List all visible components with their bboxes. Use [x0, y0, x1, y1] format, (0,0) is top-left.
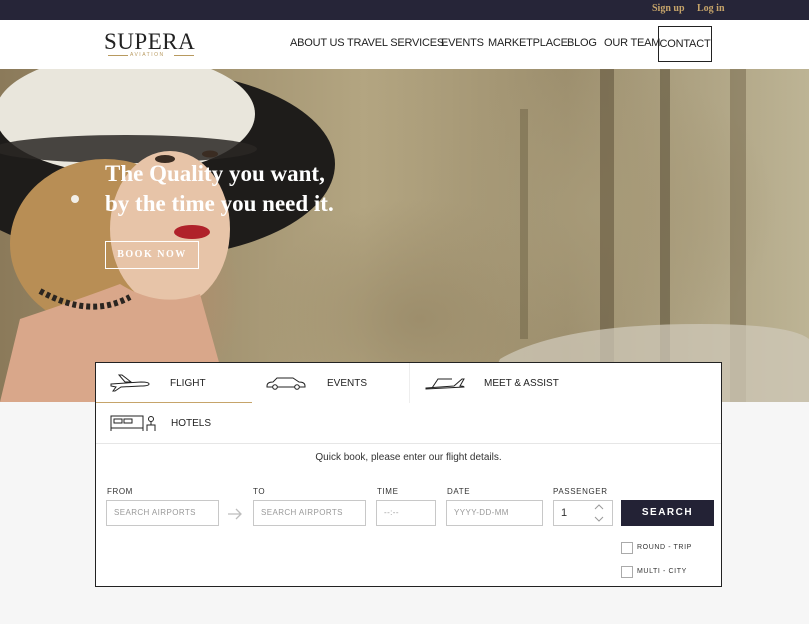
booking-panel: FLIGHT EVENTS MEET & ASSIST HOTELS Quick… — [95, 362, 722, 587]
to-label: TO — [253, 487, 266, 496]
logo-line-right — [174, 55, 194, 56]
to-airport-input[interactable]: SEARCH AIRPORTS — [253, 500, 366, 526]
tab-flight[interactable]: FLIGHT — [96, 363, 252, 403]
hero-line-2: by the time you need it. — [105, 191, 334, 216]
login-link[interactable]: Log in — [697, 3, 725, 14]
nav-about-us[interactable]: ABOUT US — [290, 37, 345, 49]
time-label: TIME — [377, 487, 399, 496]
tab-hotels[interactable]: HOTELS — [96, 403, 252, 443]
nav-our-team[interactable]: OUR TEAM — [604, 37, 660, 49]
arrow-right-icon — [228, 508, 242, 520]
tab-flight-label: FLIGHT — [170, 378, 206, 389]
date-input[interactable]: YYYY-DD-MM — [446, 500, 543, 526]
multi-city-checkbox[interactable] — [621, 566, 633, 578]
hero-line-1: The Quality you want, — [105, 161, 325, 186]
from-airport-input[interactable]: SEARCH AIRPORTS — [106, 500, 219, 526]
bed-icon — [110, 415, 156, 431]
book-now-button[interactable]: BOOK NOW — [105, 241, 199, 269]
hero-banner: The Quality you want, by the time you ne… — [0, 69, 809, 402]
quick-book-intro: Quick book, please enter our flight deta… — [315, 452, 502, 463]
tab-hotels-label: HOTELS — [171, 418, 212, 429]
nav-blog[interactable]: BLOG — [567, 37, 597, 49]
tab-events[interactable]: EVENTS — [253, 363, 410, 403]
search-button[interactable]: SEARCH — [621, 500, 714, 526]
logo-line-left — [108, 55, 128, 56]
hero-image — [0, 69, 809, 402]
tab-events-label: EVENTS — [327, 378, 368, 389]
tab-meet-assist-label: MEET & ASSIST — [484, 378, 559, 389]
airplane-icon — [110, 374, 150, 392]
time-input[interactable]: --:-- — [376, 500, 436, 526]
logo[interactable]: SUPERA AVIATION — [104, 29, 196, 61]
plane-ramp-icon — [425, 378, 465, 390]
passenger-label: PASSENGER — [553, 487, 608, 496]
passenger-stepper-icon[interactable] — [590, 502, 608, 524]
signup-link[interactable]: Sign up — [652, 3, 685, 14]
nav-events[interactable]: EVENTS — [441, 37, 484, 49]
nav-marketplace[interactable]: MARKETPLACE — [488, 37, 568, 49]
round-trip-checkbox[interactable] — [621, 542, 633, 554]
logo-tagline: AVIATION — [130, 52, 165, 58]
navbar: SUPERA AVIATION ABOUT US TRAVEL SERVICES… — [0, 20, 809, 69]
from-label: FROM — [107, 487, 133, 496]
car-icon — [266, 377, 306, 390]
round-trip-label: ROUND - TRIP — [637, 544, 692, 551]
hero-headline: The Quality you want, by the time you ne… — [105, 159, 334, 219]
multi-city-label: MULTI - CITY — [637, 568, 687, 575]
panel-divider — [96, 443, 721, 444]
top-bar: Sign up Log in — [0, 0, 809, 20]
nav-travel-services[interactable]: TRAVEL SERVICES — [347, 37, 444, 49]
date-label: DATE — [447, 487, 471, 496]
nav-contact[interactable]: CONTACT — [658, 26, 712, 62]
tab-meet-assist[interactable]: MEET & ASSIST — [410, 363, 722, 403]
